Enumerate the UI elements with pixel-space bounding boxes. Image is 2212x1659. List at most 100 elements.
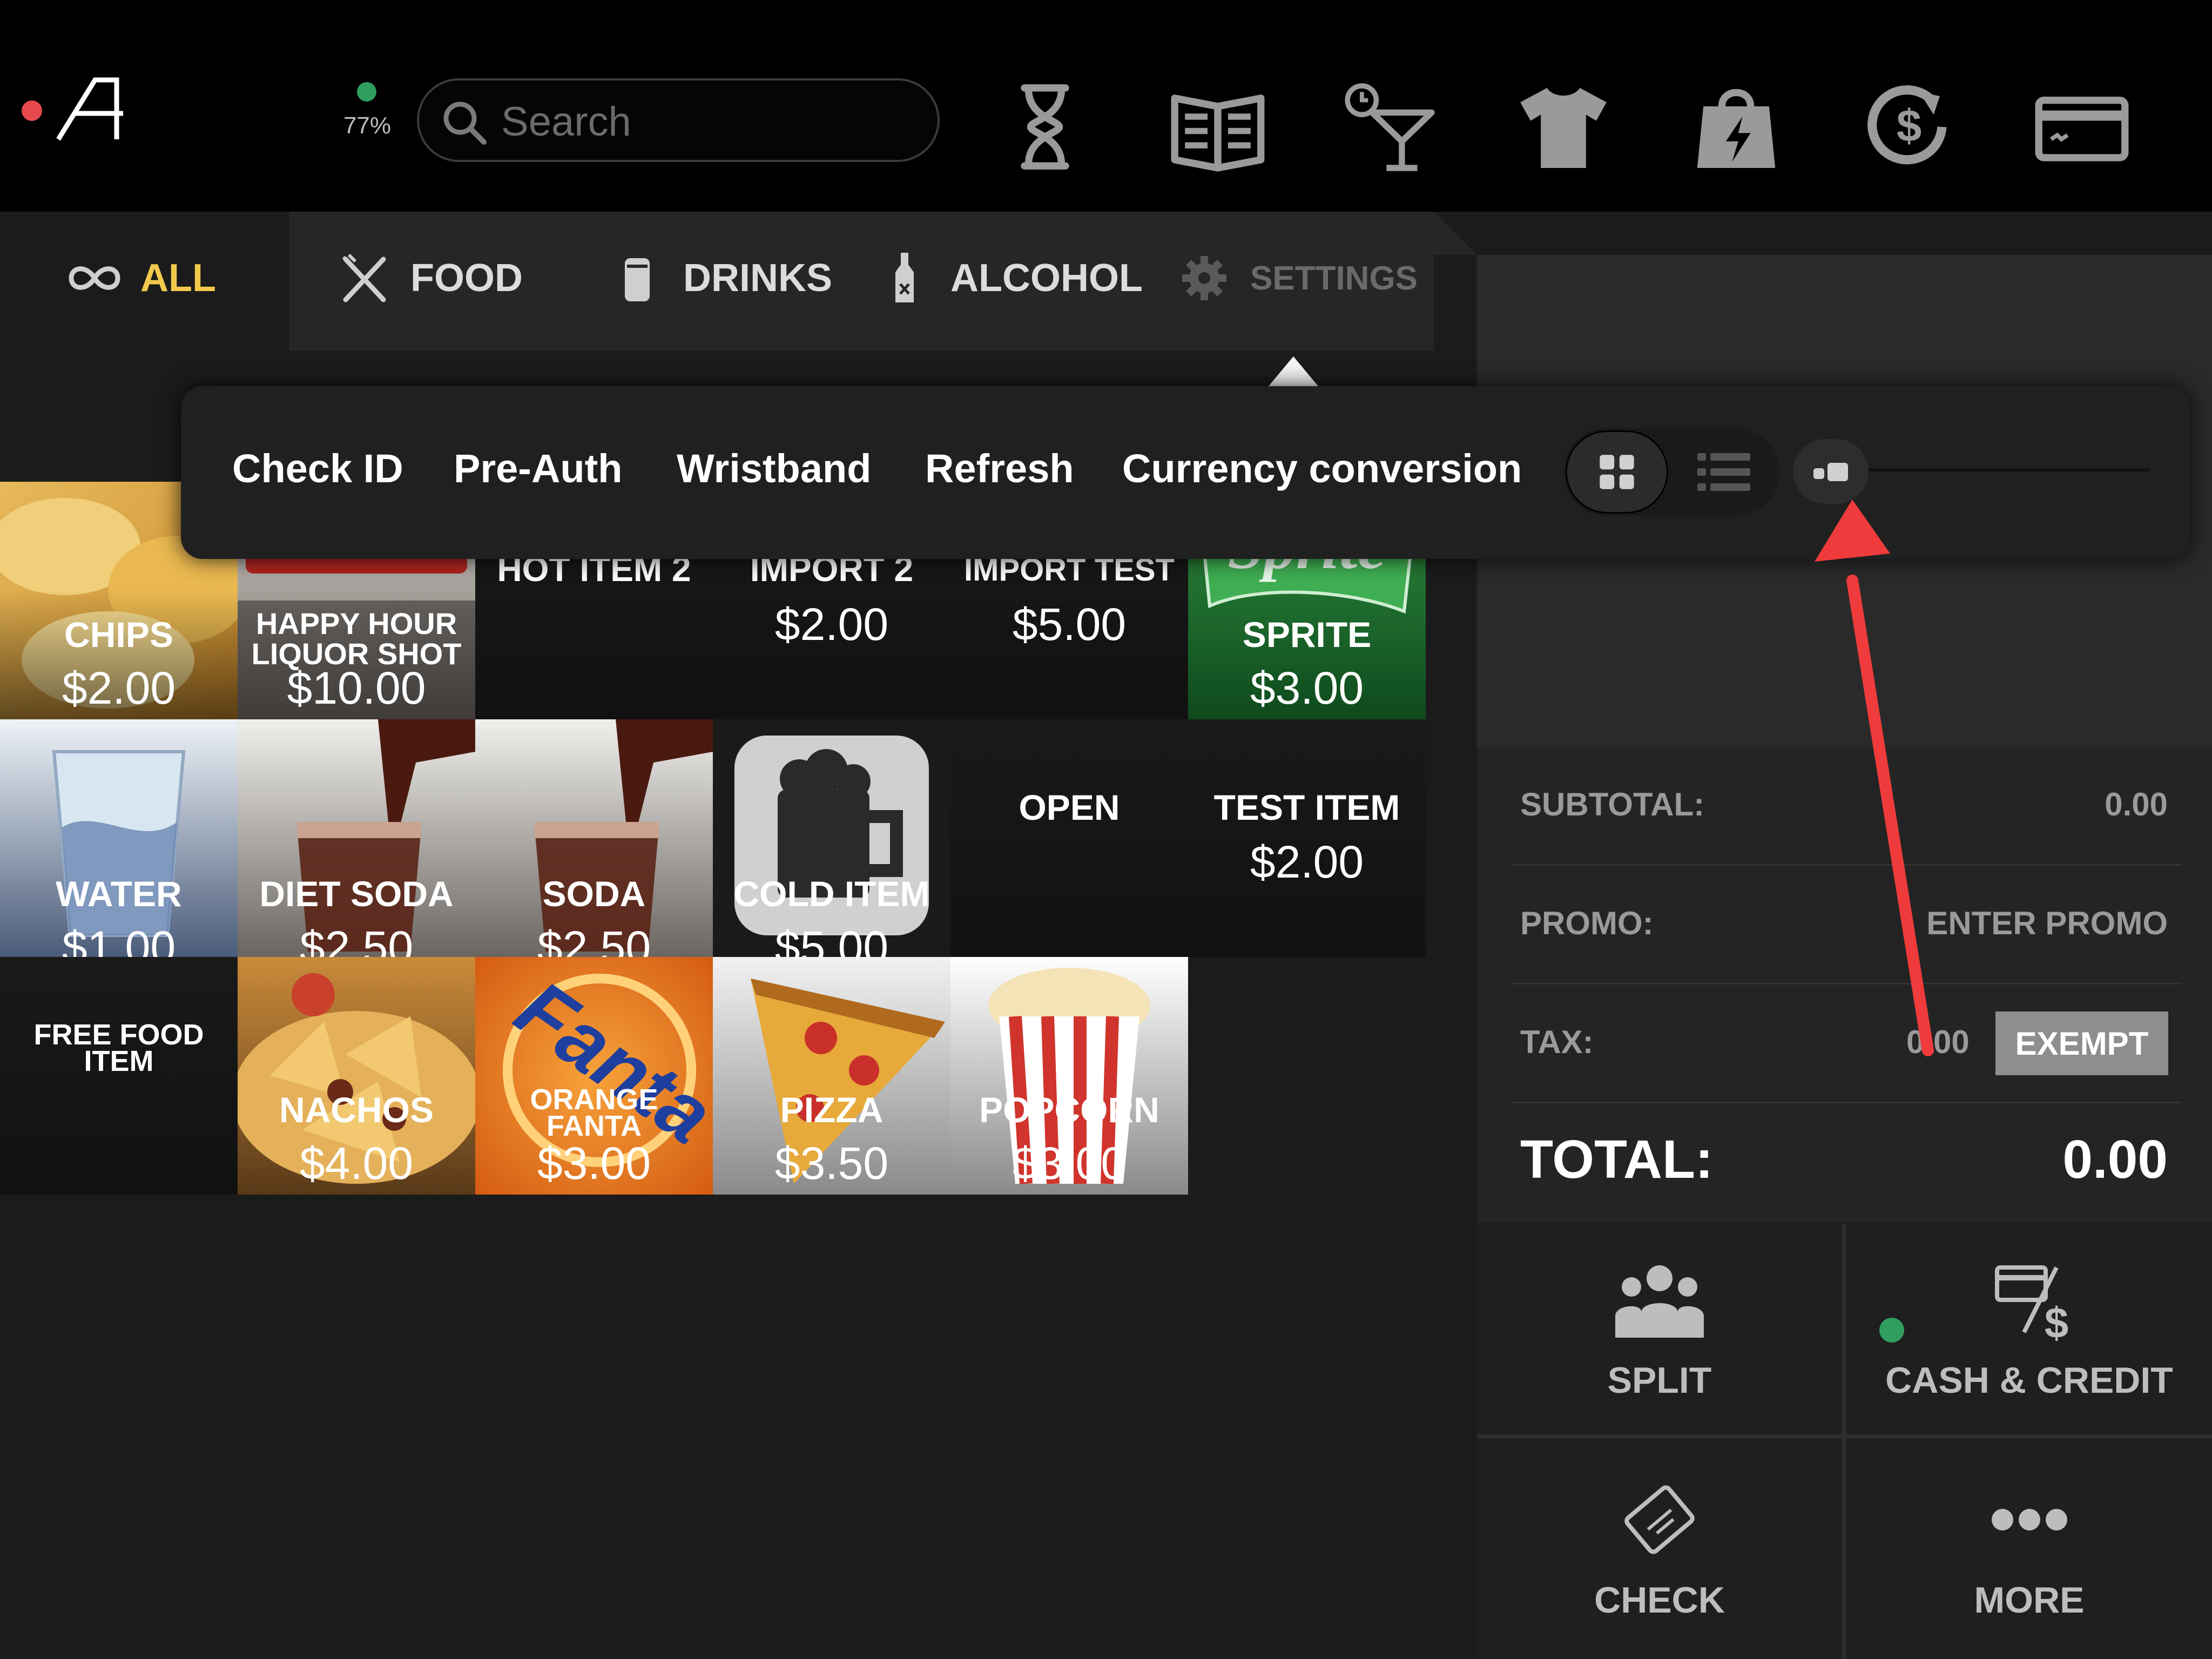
more-dots-icon <box>1991 1509 2067 1530</box>
split-label: SPLIT <box>1607 1360 1712 1401</box>
search-bar[interactable] <box>417 78 940 162</box>
status-dot <box>22 100 42 121</box>
tab-label: ALL <box>140 257 216 300</box>
search-input[interactable] <box>500 91 923 152</box>
item-name: IMPORT TEST <box>964 552 1175 588</box>
tab-label: SETTINGS <box>1250 259 1418 297</box>
item-price: $10.00 <box>287 663 426 713</box>
item-price: $5.00 <box>774 922 889 957</box>
wristband-option[interactable]: Wristband <box>677 446 871 491</box>
item-tile-diet-soda[interactable]: DIET SODA $2.50 <box>238 719 475 957</box>
tile-size-slider-track[interactable] <box>1831 468 2149 471</box>
svg-text:$: $ <box>2044 1299 2068 1343</box>
tshirt-icon[interactable] <box>1512 76 1615 178</box>
payment-status-dot <box>1879 1318 1904 1343</box>
tile-size-slider-handle[interactable] <box>1793 439 1869 504</box>
bottle-icon <box>895 253 914 302</box>
hourglass-icon[interactable] <box>994 76 1096 178</box>
item-tile-free-food-item[interactable]: FREE FOOD ITEM <box>0 957 238 1195</box>
item-tile-pizza[interactable]: PIZZA $3.50 <box>713 957 950 1195</box>
refresh-option[interactable]: Refresh <box>925 446 1074 491</box>
total-label: TOTAL: <box>1520 1129 1714 1190</box>
tab-label: ALCOHOL <box>950 257 1143 300</box>
tab-label: DRINKS <box>683 257 833 300</box>
item-price: $2.50 <box>299 922 414 957</box>
divider <box>1512 1102 2182 1103</box>
tab-alcohol[interactable]: ALCOHOL <box>875 253 1143 302</box>
item-price: $2.00 <box>774 599 889 650</box>
check-id-option[interactable]: Check ID <box>232 446 403 491</box>
item-price: $3.00 <box>1012 1138 1127 1189</box>
total-value: 0.00 <box>2062 1129 2168 1190</box>
menu-book-icon[interactable] <box>1166 76 1269 178</box>
cash-credit-icon: $ <box>1994 1265 2068 1343</box>
item-price: $1.00 <box>62 922 176 957</box>
list-view-button[interactable] <box>1671 430 1774 514</box>
item-price: $3.00 <box>537 1138 651 1189</box>
item-tile-nachos[interactable]: NACHOS $4.00 <box>238 957 475 1195</box>
subtotal-value: 0.00 <box>2105 786 2168 822</box>
item-name: HAPPY HOUR LIQUOR SHOT <box>251 606 462 671</box>
tab-settings[interactable]: SETTINGS <box>1175 254 1418 302</box>
tab-all[interactable]: ALL <box>65 254 216 302</box>
item-name: FREE FOOD ITEM <box>33 1019 204 1077</box>
check-button[interactable]: CHECK <box>1477 1439 1842 1659</box>
item-name: PIZZA <box>780 1090 884 1130</box>
item-price: $3.00 <box>1250 663 1364 713</box>
item-name: SODA <box>542 874 646 914</box>
item-tile-orange-fanta[interactable]: Fanta ORANGE FANTA $3.00 <box>475 957 713 1195</box>
fork-knife-icon <box>342 253 386 302</box>
item-tile-soda[interactable]: SODA $2.50 <box>475 719 713 957</box>
item-name: POPCORN <box>979 1090 1159 1130</box>
annotation-arrow-icon <box>1815 500 1934 1056</box>
grid-view-icon <box>1600 455 1634 489</box>
item-tile-cold-item[interactable]: COLD ITEM $5.00 <box>713 719 950 957</box>
tile-size-icon <box>1813 463 1848 481</box>
split-button[interactable]: SPLIT <box>1477 1224 1842 1434</box>
item-name: SPRITE <box>1242 615 1372 655</box>
item-tile-open[interactable]: OPEN <box>950 719 1188 957</box>
battery-level: 77% <box>343 112 392 139</box>
tab-food[interactable]: FOOD <box>335 253 523 302</box>
list-view-icon <box>1697 453 1750 491</box>
tab-drinks[interactable]: DRINKS <box>608 254 832 302</box>
item-name: CHIPS <box>64 615 173 655</box>
battery-status-dot <box>357 82 376 102</box>
search-icon <box>443 102 487 145</box>
currency-conversion-option[interactable]: Currency conversion <box>1122 446 1522 491</box>
divider <box>1842 1224 1846 1659</box>
group-people-icon <box>1615 1265 1704 1338</box>
item-tile-water[interactable]: WATER $1.00 <box>0 719 238 957</box>
item-price: $3.50 <box>774 1138 889 1189</box>
item-tile-popcorn[interactable]: POPCORN $3.00 <box>950 957 1188 1195</box>
receipt-icon <box>1624 1485 1695 1554</box>
item-tile-test-item[interactable]: TEST ITEM $2.00 <box>1188 719 1426 957</box>
item-price: $4.00 <box>299 1138 414 1189</box>
credit-card-icon[interactable] <box>2031 76 2133 178</box>
pre-auth-option[interactable]: Pre-Auth <box>454 446 622 491</box>
app-logo-icon[interactable] <box>53 76 129 143</box>
tax-exempt-button[interactable]: EXEMPT <box>1995 1011 2168 1075</box>
refund-dollar-icon[interactable]: $ <box>1858 76 1960 178</box>
item-price: $5.00 <box>1012 599 1127 650</box>
happy-hour-cocktail-icon[interactable] <box>1339 76 1442 178</box>
grid-view-button[interactable] <box>1566 430 1668 514</box>
soda-pour-image <box>297 719 475 952</box>
check-label: CHECK <box>1594 1580 1725 1621</box>
more-label: MORE <box>1974 1580 2085 1621</box>
item-name: TEST ITEM <box>1213 787 1400 827</box>
popover-caret <box>1266 356 1320 389</box>
more-button[interactable]: MORE <box>1846 1439 2212 1659</box>
item-name: COLD ITEM <box>733 874 930 914</box>
divider <box>1477 1434 2212 1439</box>
item-name: NACHOS <box>279 1090 434 1130</box>
item-price: $2.00 <box>62 663 176 713</box>
beer-mug-icon <box>734 736 929 935</box>
svg-text:$: $ <box>1897 100 1922 151</box>
view-mode-toggle <box>1563 428 1779 516</box>
item-name: WATER <box>56 874 182 914</box>
item-name: OPEN <box>1019 787 1120 827</box>
flash-bag-icon[interactable] <box>1685 76 1788 178</box>
tab-label: FOOD <box>410 257 523 300</box>
item-name: ORANGE FANTA <box>530 1083 658 1142</box>
